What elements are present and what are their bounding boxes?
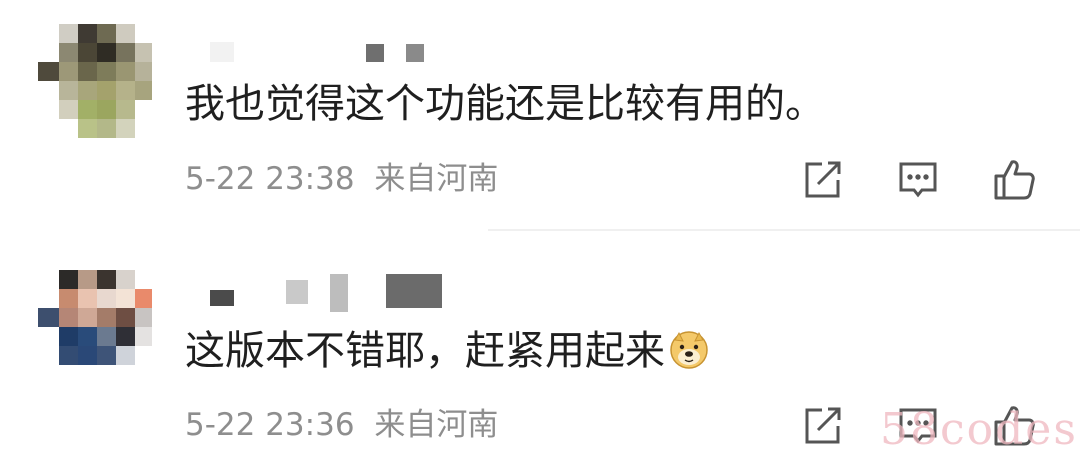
comment-meta: 5-22 23:38 来自河南 — [185, 164, 498, 195]
divider — [488, 229, 1080, 231]
avatar[interactable] — [38, 24, 152, 138]
comment-meta: 5-22 23:36 来自河南 — [185, 410, 498, 441]
username-blurred[interactable] — [210, 270, 450, 312]
comment-text: 这版本不错耶，赶紧用起来 — [185, 330, 709, 371]
doge-emoji-icon — [669, 330, 709, 370]
comment-time: 5-22 23:38 — [185, 161, 355, 197]
comment-item-1: 我也觉得这个功能还是比较有用的。 5-22 23:38 来自河南 — [0, 0, 1080, 232]
avatar[interactable] — [38, 270, 152, 384]
watermark: 58codes — [880, 404, 1078, 455]
comment-location: 来自河南 — [374, 407, 499, 443]
username-blurred[interactable] — [210, 42, 430, 70]
comment-time: 5-22 23:36 — [185, 407, 355, 443]
comment-location: 来自河南 — [374, 161, 499, 197]
comment-icon[interactable] — [896, 158, 940, 202]
comment-text: 我也觉得这个功能还是比较有用的。 — [185, 81, 825, 127]
share-icon[interactable] — [800, 158, 844, 202]
share-icon[interactable] — [800, 404, 844, 448]
like-icon[interactable] — [992, 156, 1036, 200]
